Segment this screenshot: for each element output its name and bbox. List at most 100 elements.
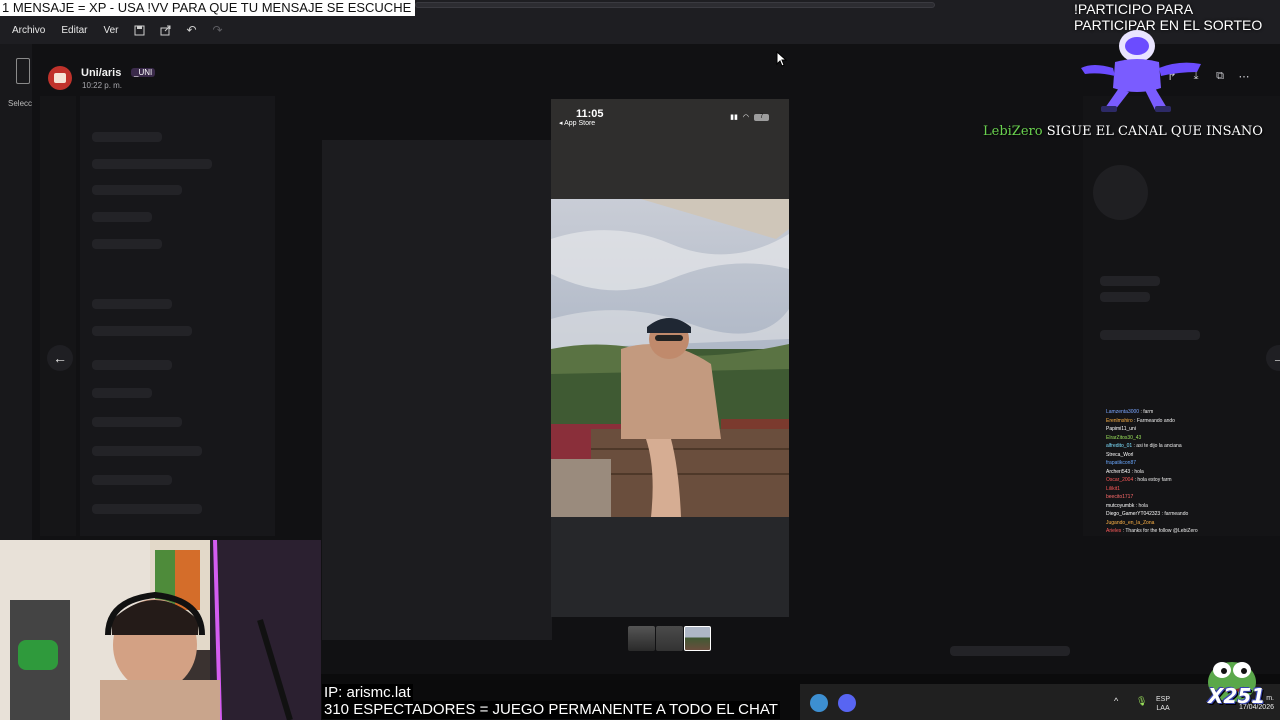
user-avatar[interactable] xyxy=(48,66,72,90)
language-line-2: LAA xyxy=(1156,705,1170,712)
thumbnail-3[interactable] xyxy=(684,626,711,651)
save-icon[interactable] xyxy=(129,19,151,41)
message-timestamp: 10:22 p. m. xyxy=(82,81,123,90)
phone-status-icons: ▮▮ ◠ 7 xyxy=(730,113,769,121)
chat-username: frapatikcon87 xyxy=(1106,460,1137,466)
chat-username: beecito1717 xyxy=(1106,494,1134,500)
left-app-rail xyxy=(0,44,32,544)
dim-row xyxy=(92,360,172,370)
webcam-feed xyxy=(0,540,321,720)
clock-time-suffix: m. xyxy=(1266,695,1274,702)
chat-line: beecito1717 xyxy=(1106,493,1234,502)
chat-username: Archeri543 xyxy=(1106,468,1131,475)
dim-row xyxy=(92,239,162,249)
profile-avatar-dimmed xyxy=(1093,165,1148,220)
chat-username: mutcoyumbk xyxy=(1106,502,1135,509)
tray-chevron-icon[interactable]: ^ xyxy=(1114,697,1118,706)
follower-name: LebiZero xyxy=(983,124,1043,139)
chat-line: Jugando_en_la_Zona xyxy=(1106,519,1234,528)
user-name[interactable]: Uni/aris xyxy=(81,67,121,79)
phone-status-area: 11:05 ◂ App Store ▮▮ ◠ 7 xyxy=(551,99,789,199)
menu-editar[interactable]: Editar xyxy=(55,22,93,39)
chat-line: ElrarZitos30_43 xyxy=(1106,434,1234,443)
dim-row xyxy=(92,388,152,398)
chat-username: Oscar_2004 xyxy=(1106,477,1134,483)
chat-message: : asi te dijo la anciana xyxy=(1132,443,1182,449)
chat-username: alfredito_01 xyxy=(1106,443,1133,449)
thumbnail-2[interactable] xyxy=(656,626,683,651)
chat-username: Streca_Worl xyxy=(1106,451,1134,458)
astronaut-mascot-icon xyxy=(1081,30,1201,112)
language-line-1: ESP xyxy=(1156,696,1171,703)
discord-taskbar-icon[interactable] xyxy=(838,694,856,712)
top-message-banner: 1 MENSAJE = XP - USA !VV PARA QUE TU MEN… xyxy=(0,0,415,16)
mouse-cursor-icon xyxy=(776,51,788,67)
server-ip-overlay: IP: arismc.lat xyxy=(322,684,413,701)
follow-alert-text: SIGUE EL CANAL QUE INSANO xyxy=(1046,124,1263,139)
chat-message: : farmeando xyxy=(1160,511,1189,517)
user-tag-badge: _UNI xyxy=(131,68,156,77)
chat-line: Diego_GamerYT042323 : farmeando xyxy=(1106,510,1234,519)
chat-username: Lilikit1 xyxy=(1106,485,1120,492)
undo-icon[interactable]: ↶ xyxy=(181,19,203,41)
chat-message: : hola estoy farm xyxy=(1133,477,1172,483)
dim-row xyxy=(92,326,192,336)
chat-username: Arieles xyxy=(1106,528,1122,534)
phone-bottom-dimmed xyxy=(551,517,789,617)
follow-alert: LebiZero SIGUE EL CANAL QUE INSANO xyxy=(983,124,1263,139)
dim-row xyxy=(92,132,162,142)
language-indicator[interactable]: ESP LAA xyxy=(1156,695,1170,713)
chat-message: : hola xyxy=(1134,502,1148,509)
phone-back-link: ◂ App Store xyxy=(559,120,596,127)
chat-message: : farm xyxy=(1139,409,1154,415)
clock-date: 17/04/2026 xyxy=(1238,704,1274,711)
chat-message: : Thanks for the follow @LebiZero xyxy=(1121,528,1198,534)
top-progress-track xyxy=(415,2,935,8)
thumbnail-1[interactable] xyxy=(628,626,655,651)
chat-message: : Farmeando ando xyxy=(1132,417,1175,424)
chat-line: Erenlmshiro : Farmeando ando xyxy=(1106,417,1234,426)
menu-archivo[interactable]: Archivo xyxy=(6,22,51,39)
chat-username: Erenlmshiro xyxy=(1106,417,1133,424)
phone-screenshot: 11:05 ◂ App Store ▮▮ ◠ 7 xyxy=(551,99,789,617)
share-icon[interactable] xyxy=(155,19,177,41)
dim-row xyxy=(92,417,182,427)
redo-icon[interactable]: ↷ xyxy=(207,19,229,41)
chat-image-dimmed xyxy=(322,140,552,640)
chat-line: Lamzenta3000 : farm xyxy=(1106,408,1234,417)
chat-line: mutcoyumbk : hola xyxy=(1106,502,1234,511)
menubar: Archivo Editar Ver ↶ ↷ xyxy=(0,18,229,42)
chat-line: Papimi11_uni xyxy=(1106,425,1234,434)
dim-row xyxy=(92,185,182,195)
chat-line: Lilikit1 xyxy=(1106,485,1234,494)
stream-chat-overlay: Lamzenta3000 : farm Erenlmshiro : Farmean… xyxy=(1106,408,1234,536)
dim-row xyxy=(92,299,172,309)
viewers-overlay: 310 ESPECTADORES = JUEGO PERMANENTE A TO… xyxy=(322,701,780,719)
dim-row xyxy=(92,212,152,222)
select-tool-button[interactable] xyxy=(16,58,30,84)
dim-row xyxy=(92,446,202,456)
wifi-icon: ◠ xyxy=(742,114,749,121)
chat-username: Papimi11_uni xyxy=(1106,426,1136,432)
battery-icon: 7 xyxy=(754,113,769,121)
chat-username: Jugando_en_la_Zona xyxy=(1106,519,1155,526)
more-icon[interactable]: ⋯ xyxy=(1236,68,1252,84)
image-thumbnail-strip xyxy=(628,626,711,651)
taskbar-clock[interactable]: m. 17/04/2026 xyxy=(1218,694,1274,712)
mic-icon[interactable]: 🎙 xyxy=(1136,697,1147,706)
sorteo-line-1: !PARTICIPO PARA xyxy=(1074,1,1194,17)
chat-message: : hola xyxy=(1130,468,1144,475)
dim-row xyxy=(92,159,212,169)
signal-icon: ▮▮ xyxy=(730,114,738,121)
open-external-icon[interactable]: ⧉ xyxy=(1212,68,1228,84)
chat-line: frapatikcon87 xyxy=(1106,459,1234,468)
chat-line: Arieles : Thanks for the follow @LebiZer… xyxy=(1106,527,1234,536)
chat-line: Archeri543 : hola xyxy=(1106,468,1234,477)
dim-row xyxy=(92,504,202,514)
server-list xyxy=(40,96,76,536)
chat-line: Oscar_2004 : hola estoy farm xyxy=(1106,476,1234,485)
previous-image-button[interactable]: ← xyxy=(47,345,73,371)
menu-ver[interactable]: Ver xyxy=(97,22,124,39)
dim-row xyxy=(92,475,172,485)
browser-taskbar-icon[interactable] xyxy=(810,694,828,712)
